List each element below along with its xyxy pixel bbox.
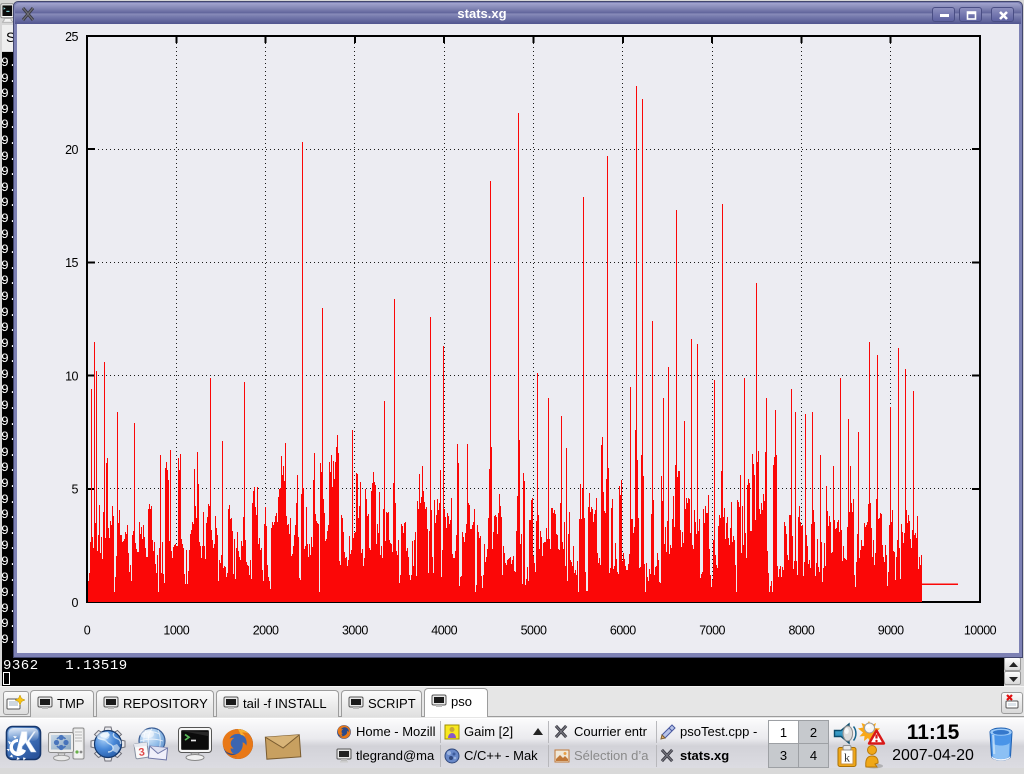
svg-text:7000: 7000	[699, 624, 725, 638]
svg-text:0: 0	[84, 624, 91, 638]
svg-text:20: 20	[65, 143, 78, 157]
svg-text:15: 15	[65, 256, 78, 270]
svg-text:9000: 9000	[878, 624, 904, 638]
svg-text:25: 25	[65, 30, 78, 44]
svg-text:5000: 5000	[521, 624, 547, 638]
svg-text:0: 0	[72, 596, 79, 610]
svg-text:k: k	[844, 751, 850, 765]
svg-text:10000: 10000	[964, 624, 997, 638]
svg-text:2000: 2000	[253, 624, 279, 638]
svg-text:5: 5	[72, 483, 79, 497]
svg-text:3000: 3000	[342, 624, 368, 638]
svg-text:4000: 4000	[431, 624, 457, 638]
svg-text:8000: 8000	[788, 624, 814, 638]
svg-text:1000: 1000	[163, 624, 189, 638]
svg-text:6000: 6000	[610, 624, 636, 638]
svg-text:10: 10	[65, 369, 78, 383]
